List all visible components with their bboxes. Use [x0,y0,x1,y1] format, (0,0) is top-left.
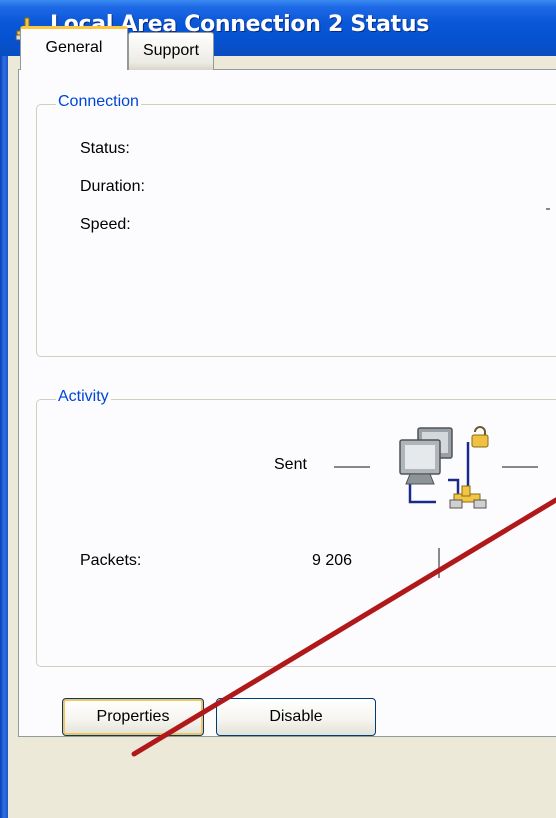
activity-group-label: Activity [56,388,111,406]
speed-label: Speed: [80,216,131,233]
disable-button[interactable]: Disable [216,698,376,736]
tab-general[interactable]: General [20,26,128,70]
properties-button[interactable]: Properties [62,698,204,736]
packets-label: Packets: [80,552,142,569]
network-computers-icon [399,426,489,509]
packets-sent-value: 9 206 [312,552,353,569]
packets-separator [438,548,440,578]
window-left-border [0,56,8,818]
duration-label: Duration: [80,178,145,195]
tab-support[interactable]: Support [128,32,214,70]
status-dialog: Local Area Connection 2 Status General S… [0,0,556,818]
speed-value-fragment [546,208,550,210]
status-label: Status: [80,140,130,157]
sent-dash [334,466,370,468]
connection-group-label: Connection [56,93,141,111]
received-dash [502,466,538,468]
sent-label: Sent [274,456,307,473]
